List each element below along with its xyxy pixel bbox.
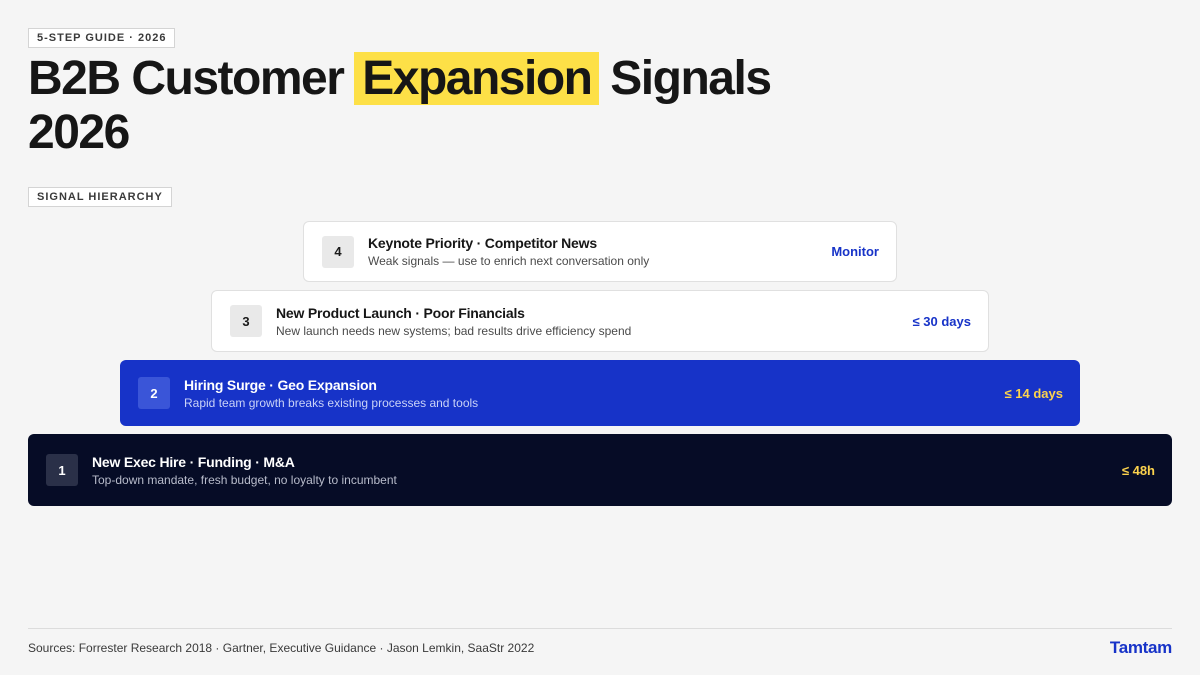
tier-heading: Hiring Surge · Geo Expansion — [184, 376, 377, 393]
signal-tier-1: 1 New Exec Hire · Funding · M&A Top-down… — [28, 434, 1172, 506]
tier-timeframe: ≤ 48h — [1121, 462, 1155, 478]
signal-tier-4: 4 Keynote Priority · Competitor News Wea… — [303, 221, 897, 282]
sources-text: Sources: Forrester Research 2018 · Gartn… — [28, 641, 535, 655]
tier-description: Weak signals — use to enrich next conver… — [368, 254, 650, 268]
tier-text: Keynote Priority · Competitor News Weak … — [368, 234, 831, 269]
tier-rank-badge: 4 — [322, 235, 354, 268]
brand-logo: Tamtam — [1109, 638, 1172, 657]
title-prefix: B2B Customer — [28, 52, 356, 105]
eyebrow-tag: 5-STEP GUIDE · 2026 — [28, 28, 176, 48]
tier-timeframe: ≤ 14 days — [1004, 385, 1063, 401]
tier-rank-badge: 3 — [230, 305, 262, 337]
tier-description: Top-down mandate, fresh budget, no loyal… — [92, 472, 397, 487]
tier-description: New launch needs new systems; bad result… — [276, 323, 632, 338]
tier-rank-badge: 2 — [138, 377, 170, 409]
title-highlight: Expansion — [354, 52, 600, 105]
tier-heading: Keynote Priority · Competitor News — [368, 235, 597, 251]
tier-text: New Product Launch · Poor Financials New… — [276, 304, 913, 339]
footer-divider — [28, 628, 1172, 629]
tier-text: New Exec Hire · Funding · M&A Top-down m… — [92, 453, 1122, 488]
section-label: SIGNAL HIERARCHY — [28, 187, 172, 207]
tier-rank-badge: 1 — [46, 454, 78, 486]
tier-timeframe: Monitor — [831, 244, 879, 259]
signal-tier-3: 3 New Product Launch · Poor Financials N… — [211, 290, 989, 352]
signal-tier-2: 2 Hiring Surge · Geo Expansion Rapid tea… — [120, 360, 1080, 426]
tier-description: Rapid team growth breaks existing proces… — [184, 395, 479, 410]
tier-heading: New Product Launch · Poor Financials — [276, 304, 525, 321]
page-title: B2B Customer Expansion Signals 2026 — [28, 52, 828, 160]
tier-text: Hiring Surge · Geo Expansion Rapid team … — [184, 376, 1005, 411]
tier-heading: New Exec Hire · Funding · M&A — [92, 453, 295, 470]
tier-timeframe: ≤ 30 days — [912, 313, 971, 329]
